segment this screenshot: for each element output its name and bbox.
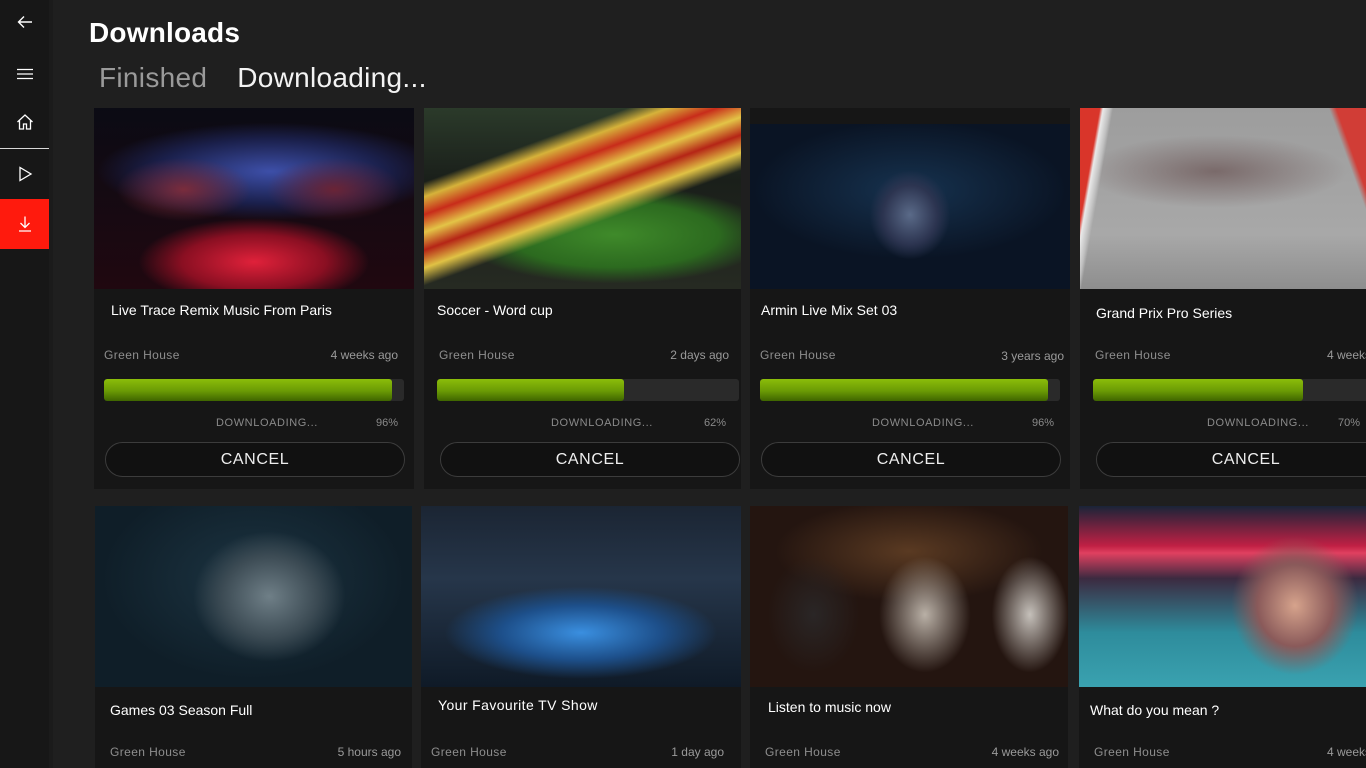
channel-name: Green House	[760, 348, 836, 362]
download-icon	[18, 216, 31, 232]
video-title[interactable]: Your Favourite TV Show	[438, 697, 598, 713]
download-status: DOWNLOADING...	[551, 417, 653, 429]
download-progress-bar	[1093, 379, 1366, 401]
thumbnail-image[interactable]	[424, 108, 741, 289]
channel-name: Green House	[110, 745, 186, 759]
cancel-button[interactable]: CANCEL	[440, 442, 740, 477]
channel-name: Green House	[1094, 745, 1170, 759]
channel-name: Green House	[765, 745, 841, 759]
channel-name: Green House	[104, 348, 180, 362]
channel-name: Green House	[439, 348, 515, 362]
play-icon	[18, 166, 32, 182]
thumbnail-image[interactable]	[95, 506, 412, 687]
progress-fill	[437, 379, 625, 401]
video-title[interactable]: Games 03 Season Full	[110, 702, 252, 718]
download-card: Grand Prix Pro Series Green House 4 week…	[1080, 108, 1366, 489]
tab-bar: Finished Downloading...	[99, 62, 427, 94]
sidebar-edge	[49, 0, 53, 768]
upload-time: 4 weeks ago	[1327, 348, 1366, 362]
sidebar-item-play[interactable]	[0, 149, 49, 199]
upload-time: 3 years ago	[1001, 349, 1064, 363]
home-icon	[16, 114, 33, 130]
upload-time: 4 weeks ago	[330, 348, 398, 362]
cancel-button[interactable]: CANCEL	[761, 442, 1061, 477]
upload-time: 4 weeks ago	[1327, 745, 1366, 759]
thumbnail-image[interactable]	[94, 108, 414, 289]
page-title: Downloads	[89, 17, 241, 48]
menu-button[interactable]	[0, 49, 49, 99]
download-card: Soccer - Word cup Green House 2 days ago…	[424, 108, 741, 489]
download-status: DOWNLOADING...	[872, 417, 974, 429]
progress-percent: 96%	[1031, 417, 1054, 429]
download-progress-bar	[437, 379, 739, 401]
tab-finished[interactable]: Finished	[99, 62, 207, 94]
sidebar-item-home[interactable]	[0, 97, 49, 147]
arrow-left-icon	[17, 16, 32, 28]
cancel-button[interactable]: CANCEL	[1096, 442, 1366, 477]
video-title[interactable]: Listen to music now	[768, 699, 891, 715]
tab-downloading[interactable]: Downloading...	[237, 62, 426, 94]
progress-percent: 70%	[1338, 417, 1361, 429]
video-title[interactable]: Grand Prix Pro Series	[1096, 305, 1232, 321]
progress-percent: 62%	[703, 417, 726, 429]
channel-name: Green House	[1095, 348, 1171, 362]
download-card: Live Trace Remix Music From Paris Green …	[94, 108, 414, 489]
download-card: Armin Live Mix Set 03 Green House 3 year…	[750, 108, 1070, 489]
download-status: DOWNLOADING...	[1207, 417, 1309, 429]
download-progress-bar	[760, 379, 1060, 401]
hamburger-icon	[16, 68, 33, 80]
progress-fill	[104, 379, 392, 401]
download-status: DOWNLOADING...	[216, 417, 318, 429]
back-button[interactable]	[0, 0, 49, 44]
video-title[interactable]: What do you mean ?	[1090, 702, 1219, 718]
progress-fill	[760, 379, 1048, 401]
sidebar-item-downloads[interactable]	[0, 199, 49, 249]
video-card: What do you mean ? Green House 4 weeks a…	[1079, 506, 1366, 768]
video-card: Listen to music now Green House 4 weeks …	[750, 506, 1068, 768]
upload-time: 4 weeks ago	[991, 745, 1059, 759]
video-title[interactable]: Armin Live Mix Set 03	[761, 302, 897, 318]
video-title[interactable]: Live Trace Remix Music From Paris	[111, 302, 332, 318]
thumbnail-image[interactable]	[1079, 506, 1366, 687]
sidebar	[0, 0, 49, 768]
upload-time: 2 days ago	[670, 348, 729, 362]
upload-time: 1 day ago	[671, 745, 724, 759]
thumbnail-image[interactable]	[750, 124, 1070, 289]
video-card: Your Favourite TV Show Green House 1 day…	[421, 506, 741, 768]
download-progress-bar	[104, 379, 404, 401]
cancel-button[interactable]: CANCEL	[105, 442, 405, 477]
video-title[interactable]: Soccer - Word cup	[437, 302, 553, 318]
video-card: Games 03 Season Full Green House 5 hours…	[95, 506, 412, 768]
thumbnail-image[interactable]	[750, 506, 1068, 687]
progress-fill	[1093, 379, 1303, 401]
thumbnail-image[interactable]	[1080, 108, 1366, 289]
thumbnail-image[interactable]	[421, 506, 741, 687]
upload-time: 5 hours ago	[337, 745, 401, 759]
progress-percent: 96%	[375, 417, 398, 429]
channel-name: Green House	[431, 745, 507, 759]
